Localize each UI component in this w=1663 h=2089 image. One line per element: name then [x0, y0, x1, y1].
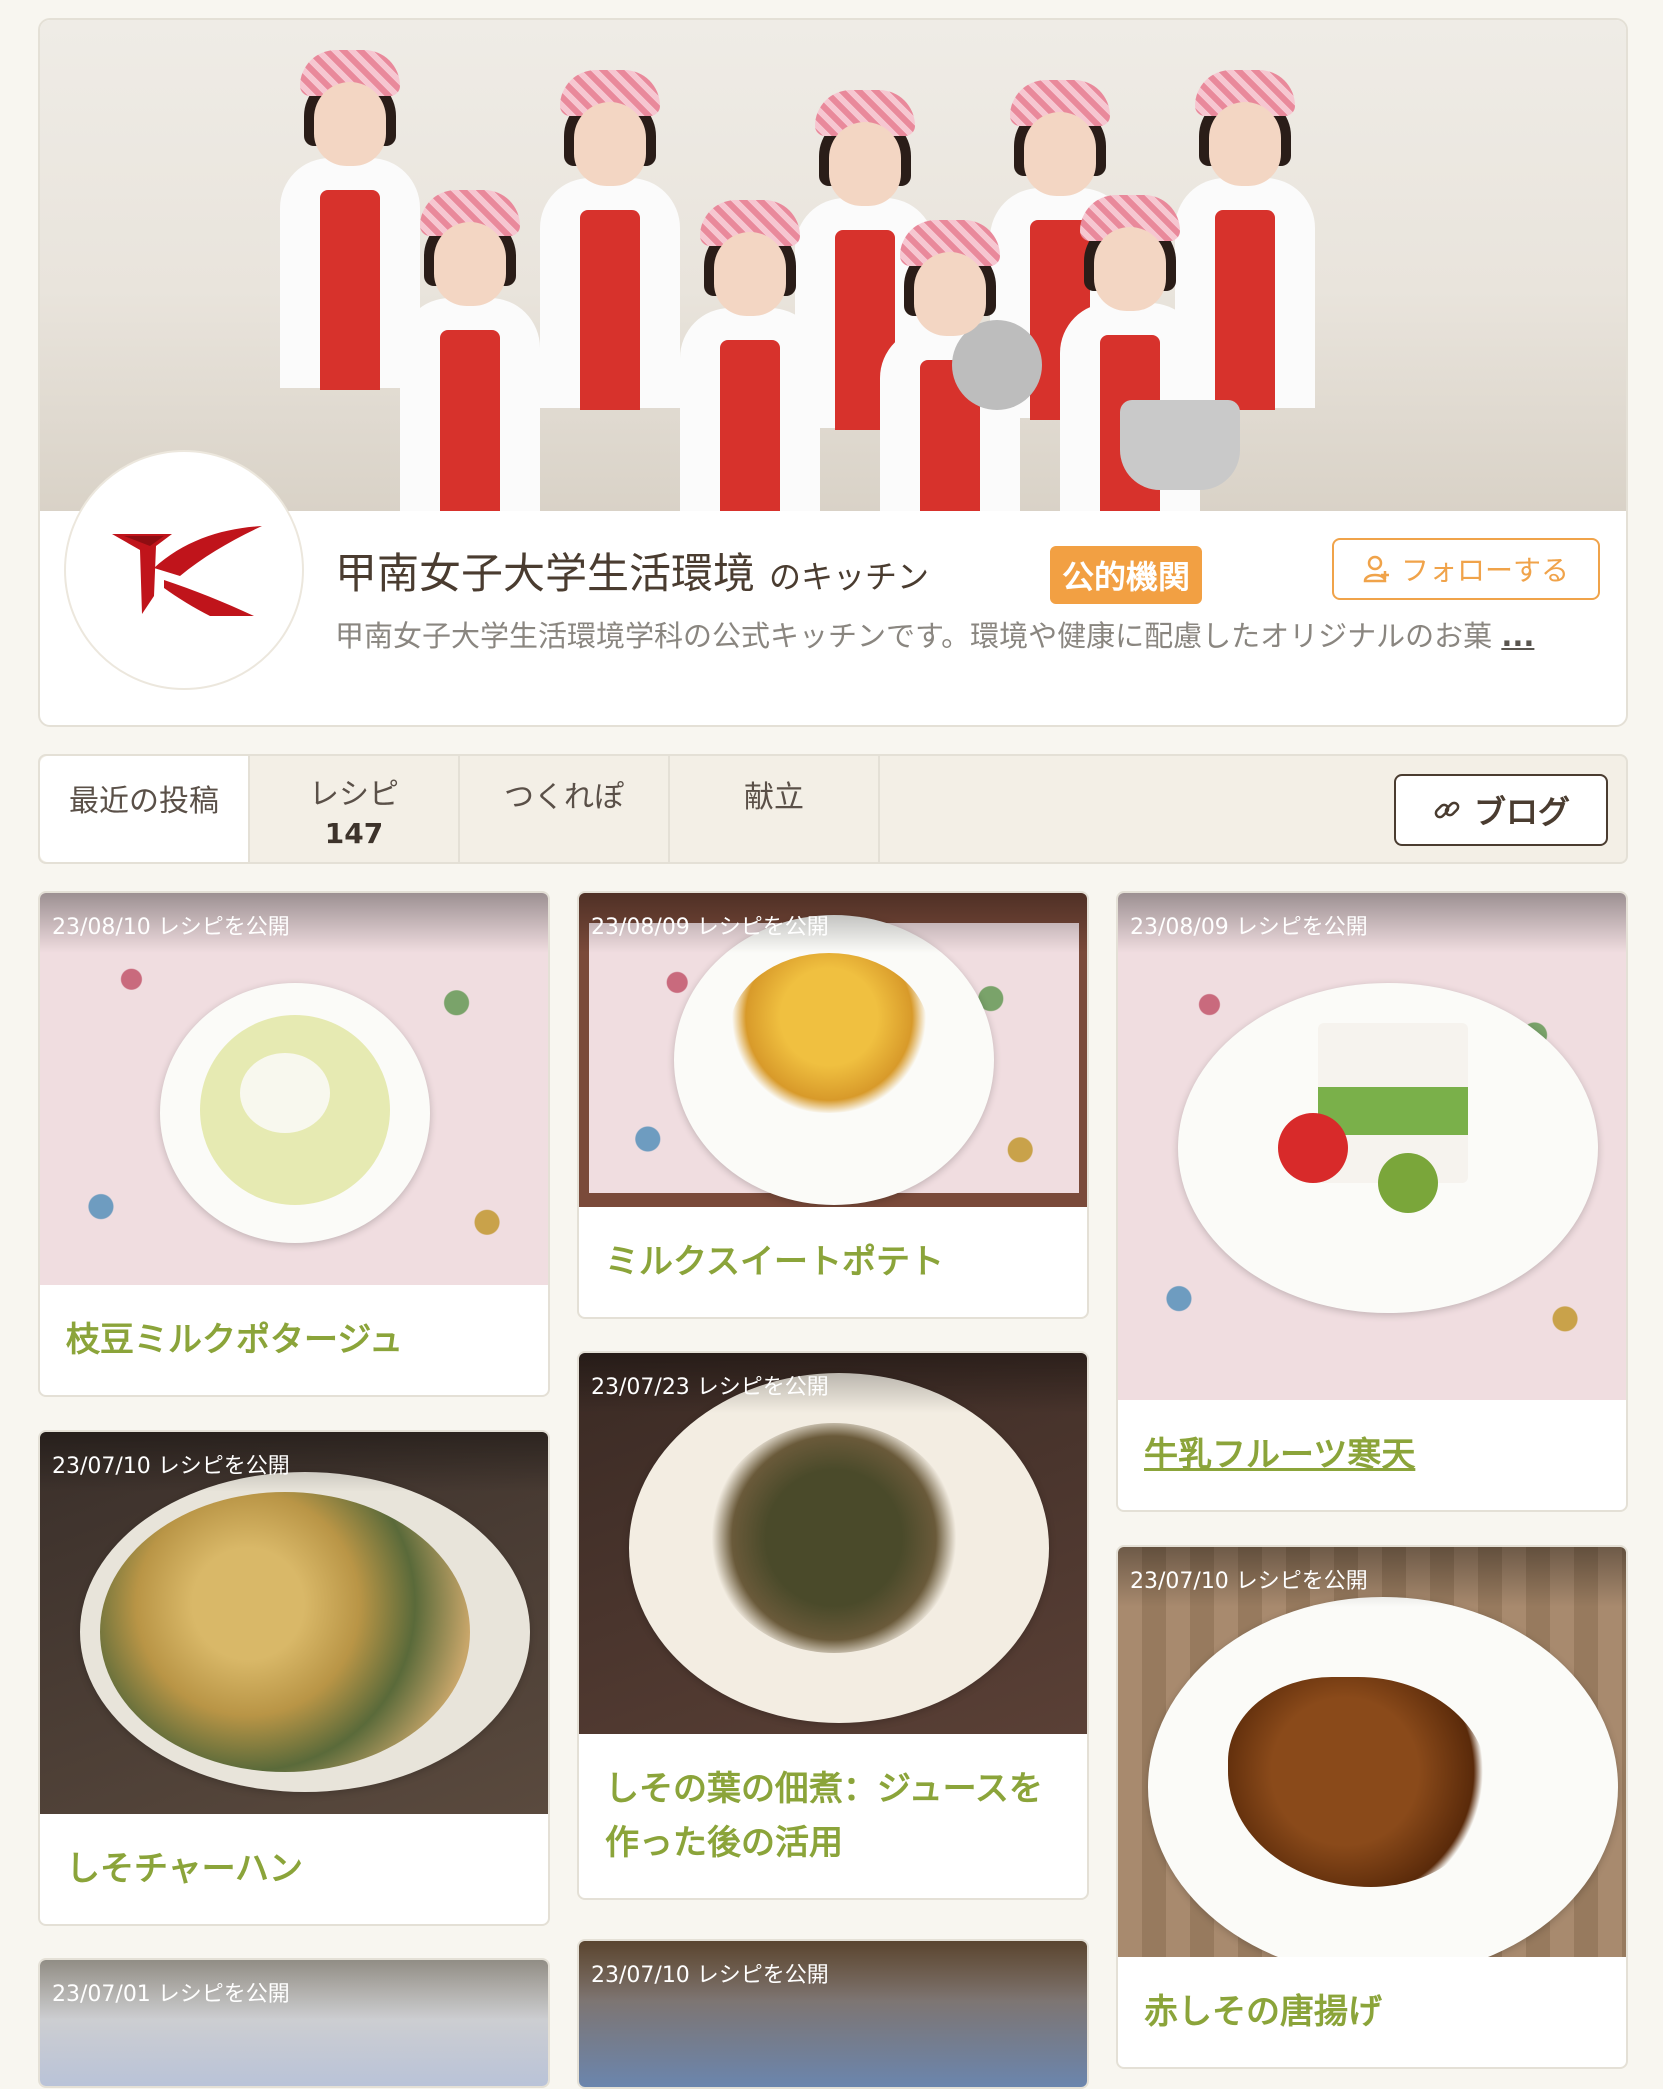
recipe-card[interactable]: 23/07/10 レシピを公開 しそチャーハン — [38, 1430, 550, 1926]
public-institution-badge: 公的機関 — [1050, 546, 1203, 604]
blog-button[interactable]: ブログ — [1394, 774, 1608, 846]
read-more-link[interactable]: ... — [1501, 619, 1534, 653]
tab-tsukurepo[interactable]: つくれぽ — [460, 756, 670, 862]
recipe-title[interactable]: 赤しその唐揚げ — [1118, 1957, 1626, 2067]
link-icon — [1434, 801, 1460, 819]
recipe-count: 147 — [324, 816, 384, 850]
recipe-card[interactable]: 23/08/10 レシピを公開 枝豆ミルクポタージュ — [38, 891, 550, 1397]
follow-button[interactable]: フォローする — [1332, 538, 1600, 600]
recipe-card[interactable]: 23/08/09 レシピを公開 牛乳フルーツ寒天 — [1116, 891, 1628, 1512]
cover-photo — [40, 20, 1626, 511]
tab-label: つくれぽ — [504, 780, 624, 815]
kettle-prop — [1120, 400, 1240, 490]
kitchen-suffix: のキッチン — [769, 558, 930, 596]
description-text: 甲南女子大学生活環境学科の公式キッチンです。環境や健康に配慮したオリジナルのお菓 — [335, 619, 1493, 653]
recipe-date: 23/07/01 レシピを公開 — [40, 1960, 548, 2020]
recipe-photo: 23/07/10 レシピを公開 — [1118, 1547, 1626, 1957]
tab-label: 献立 — [744, 780, 804, 815]
kitchen-description: 甲南女子大学生活環境学科の公式キッチンです。環境や健康に配慮したオリジナルのお菓… — [335, 614, 1605, 658]
recipe-date: 23/07/23 レシピを公開 — [579, 1353, 1087, 1413]
recipe-date: 23/07/10 レシピを公開 — [40, 1432, 548, 1492]
recipe-date: 23/07/10 レシピを公開 — [1118, 1547, 1626, 1607]
tab-recent-posts[interactable]: 最近の投稿 — [40, 756, 250, 862]
recipe-title[interactable]: ミルクスイートポテト — [579, 1207, 1087, 1317]
recipe-card[interactable]: 23/07/10 レシピを公開 赤しその唐揚げ — [1116, 1545, 1628, 2069]
recipe-date: 23/08/09 レシピを公開 — [579, 893, 1087, 953]
tab-label: レシピ — [309, 776, 399, 812]
kitchen-name[interactable]: 甲南女子大学生活環境 — [335, 540, 755, 601]
recipe-date: 23/08/09 レシピを公開 — [1118, 893, 1626, 953]
user-plus-icon — [1363, 555, 1389, 583]
recipe-title[interactable]: しその葉の佃煮：ジュースを作った後の活用 — [579, 1734, 1087, 1898]
kitchen-avatar[interactable] — [64, 450, 304, 690]
recipe-card[interactable]: 23/07/10 レシピを公開 — [577, 1939, 1089, 2089]
recipe-photo: 23/08/10 レシピを公開 — [40, 893, 548, 1285]
recipe-card[interactable]: 23/07/23 レシピを公開 しその葉の佃煮：ジュースを作った後の活用 — [577, 1351, 1089, 1900]
recipe-photo: 23/07/23 レシピを公開 — [579, 1353, 1087, 1734]
recipe-card[interactable]: 23/08/09 レシピを公開 ミルクスイートポテト — [577, 891, 1089, 1319]
tab-label: 最近の投稿 — [69, 784, 219, 819]
tab-menu[interactable]: 献立 — [670, 756, 880, 862]
recipe-photo: 23/08/09 レシピを公開 — [579, 893, 1087, 1207]
tab-recipes[interactable]: レシピ 147 — [250, 756, 460, 862]
kitchen-tabs: 最近の投稿 レシピ 147 つくれぽ 献立 ブログ — [38, 754, 1628, 864]
recipe-card[interactable]: 23/07/01 レシピを公開 — [38, 1958, 550, 2088]
recipe-photo: 23/08/09 レシピを公開 — [1118, 893, 1626, 1400]
university-logo-icon — [112, 526, 262, 616]
recipe-photo: 23/07/10 レシピを公開 — [579, 1941, 1087, 2087]
recipe-title[interactable]: 枝豆ミルクポタージュ — [40, 1285, 548, 1395]
recipe-title[interactable]: しそチャーハン — [40, 1814, 548, 1924]
recipe-title[interactable]: 牛乳フルーツ寒天 — [1118, 1400, 1626, 1510]
kitchen-header: 甲南女子大学生活環境 のキッチン 公的機関 フォローする 甲南女子大学生活環境学… — [38, 18, 1628, 727]
kitchen-title: 甲南女子大学生活環境 のキッチン — [335, 540, 929, 601]
recipe-photo: 23/07/10 レシピを公開 — [40, 1432, 548, 1814]
recipe-date: 23/07/10 レシピを公開 — [579, 1941, 1087, 2001]
blog-label: ブログ — [1473, 793, 1570, 831]
recipe-date: 23/08/10 レシピを公開 — [40, 893, 548, 953]
recipe-photo: 23/07/01 レシピを公開 — [40, 1960, 548, 2086]
follow-label: フォローする — [1400, 554, 1569, 587]
